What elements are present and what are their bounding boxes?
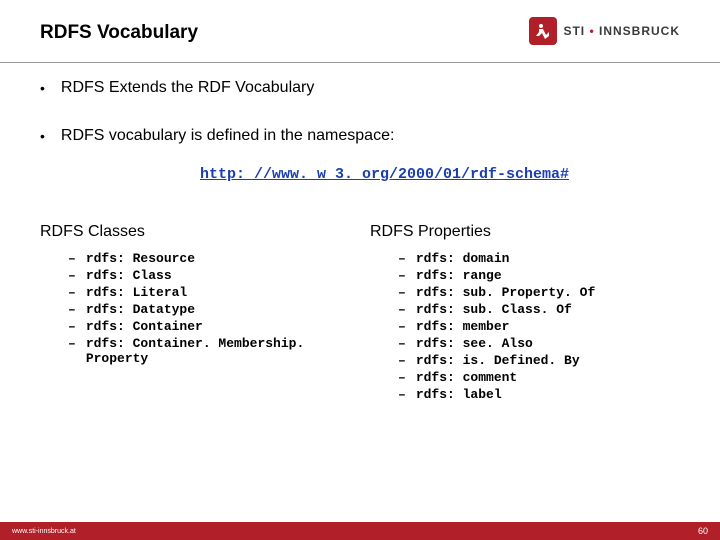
logo-icon [529,17,557,45]
class-code: rdfs: Container [86,319,203,334]
bullet-text: RDFS Extends the RDF Vocabulary [61,78,314,98]
classes-column: RDFS Classes –rdfs: Resource –rdfs: Clas… [40,223,350,404]
list-item: –rdfs: sub. Class. Of [370,302,680,317]
footer-url: www.sti-innsbruck.at [12,528,76,535]
list-item: –rdfs: is. Defined. By [370,353,680,368]
list-item: –rdfs: comment [370,370,680,385]
list-item: –rdfs: sub. Property. Of [370,285,680,300]
list-item: –rdfs: member [370,319,680,334]
class-code: rdfs: Resource [86,251,195,266]
property-code: rdfs: sub. Property. Of [416,285,595,300]
class-code: rdfs: Container. Membership. Property [86,336,350,366]
property-code: rdfs: comment [416,370,517,385]
dash-icon: – [398,251,406,266]
list-item: –rdfs: Container. Membership. Property [40,336,350,366]
list-item: –rdfs: label [370,387,680,402]
property-code: rdfs: domain [416,251,510,266]
list-item: –rdfs: Literal [40,285,350,300]
classes-heading: RDFS Classes [40,223,350,241]
list-item: –rdfs: Datatype [40,302,350,317]
property-code: rdfs: is. Defined. By [416,353,580,368]
class-code: rdfs: Datatype [86,302,195,317]
logo: STI • INNSBRUCK [529,17,680,45]
bullet-item: • RDFS Extends the RDF Vocabulary [40,78,680,98]
body: • RDFS Extends the RDF Vocabulary • RDFS… [40,78,680,500]
logo-text: STI • INNSBRUCK [563,24,680,38]
columns: RDFS Classes –rdfs: Resource –rdfs: Clas… [40,223,680,404]
list-item: –rdfs: Container [40,319,350,334]
bullet-dot-icon: • [40,126,45,146]
property-code: rdfs: range [416,268,502,283]
dash-icon: – [68,285,76,300]
dash-icon: – [398,319,406,334]
dash-icon: – [398,387,406,402]
bullet-text: RDFS vocabulary is defined in the namesp… [61,126,395,146]
list-item: –rdfs: Class [40,268,350,283]
property-code: rdfs: label [416,387,502,402]
header-divider [0,62,720,63]
dash-icon: – [68,336,76,351]
dash-icon: – [398,302,406,317]
slide: RDFS Vocabulary STI • INNSBRUCK • RDFS E… [0,0,720,540]
class-code: rdfs: Literal [86,285,187,300]
dash-icon: – [68,251,76,266]
class-code: rdfs: Class [86,268,172,283]
property-code: rdfs: member [416,319,510,334]
list-item: –rdfs: Resource [40,251,350,266]
namespace-url: http: //www. w 3. org/2000/01/rdf-schema… [200,166,680,183]
footer: www.sti-innsbruck.at 60 [0,522,720,540]
dash-icon: – [398,370,406,385]
dash-icon: – [398,336,406,351]
dash-icon: – [68,302,76,317]
properties-column: RDFS Properties –rdfs: domain –rdfs: ran… [370,223,680,404]
list-item: –rdfs: range [370,268,680,283]
dash-icon: – [398,353,406,368]
property-code: rdfs: sub. Class. Of [416,302,572,317]
property-code: rdfs: see. Also [416,336,533,351]
dash-icon: – [68,319,76,334]
list-item: –rdfs: domain [370,251,680,266]
dash-icon: – [68,268,76,283]
properties-heading: RDFS Properties [370,223,680,241]
bullet-item: • RDFS vocabulary is defined in the name… [40,126,680,146]
page-number: 60 [698,526,708,536]
bullet-dot-icon: • [40,78,45,98]
list-item: –rdfs: see. Also [370,336,680,351]
dash-icon: – [398,268,406,283]
dash-icon: – [398,285,406,300]
